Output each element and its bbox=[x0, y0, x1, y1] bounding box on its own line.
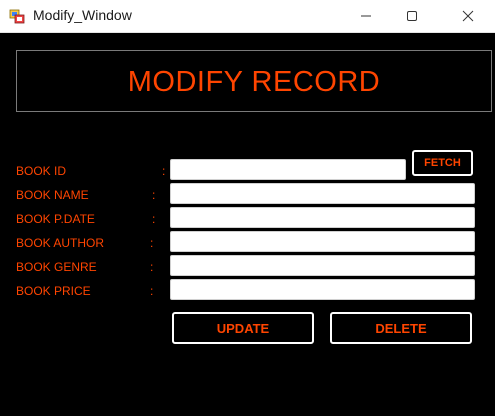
update-button[interactable]: UPDATE bbox=[172, 312, 314, 344]
book-author-colon: : bbox=[150, 236, 154, 250]
book-name-input[interactable] bbox=[170, 183, 475, 204]
book-id-label: BOOK ID bbox=[16, 164, 67, 178]
close-button[interactable] bbox=[445, 0, 491, 32]
header-panel: MODIFY RECORD bbox=[16, 50, 492, 112]
book-pdate-colon: : bbox=[152, 212, 156, 226]
book-name-label: BOOK NAME bbox=[16, 188, 89, 202]
book-pdate-label: BOOK P.DATE bbox=[16, 212, 95, 226]
delete-button[interactable]: DELETE bbox=[330, 312, 472, 344]
book-genre-label: BOOK GENRE bbox=[16, 260, 97, 274]
window-title: Modify_Window bbox=[33, 7, 132, 23]
form-client-area: MODIFY RECORD BOOK ID : FETCH BOOK NAME … bbox=[0, 33, 495, 416]
app-icon bbox=[9, 9, 25, 24]
book-price-input[interactable] bbox=[170, 279, 475, 300]
book-genre-colon: : bbox=[150, 260, 154, 274]
book-author-label: BOOK AUTHOR bbox=[16, 236, 105, 250]
minimize-icon bbox=[361, 15, 371, 17]
fetch-button[interactable]: FETCH bbox=[412, 150, 473, 176]
minimize-button[interactable] bbox=[343, 0, 389, 32]
book-price-colon: : bbox=[150, 284, 154, 298]
book-id-input[interactable] bbox=[170, 159, 406, 180]
page-title: MODIFY RECORD bbox=[127, 66, 381, 98]
book-price-label: BOOK PRICE bbox=[16, 284, 91, 298]
title-bar: Modify_Window bbox=[0, 0, 495, 33]
book-genre-input[interactable] bbox=[170, 255, 475, 276]
book-name-colon: : bbox=[152, 188, 156, 202]
book-id-colon: : bbox=[162, 164, 166, 178]
maximize-icon bbox=[407, 11, 417, 21]
book-author-input[interactable] bbox=[170, 231, 475, 252]
maximize-button[interactable] bbox=[389, 0, 435, 32]
close-icon bbox=[462, 10, 474, 22]
book-pdate-input[interactable] bbox=[170, 207, 475, 228]
